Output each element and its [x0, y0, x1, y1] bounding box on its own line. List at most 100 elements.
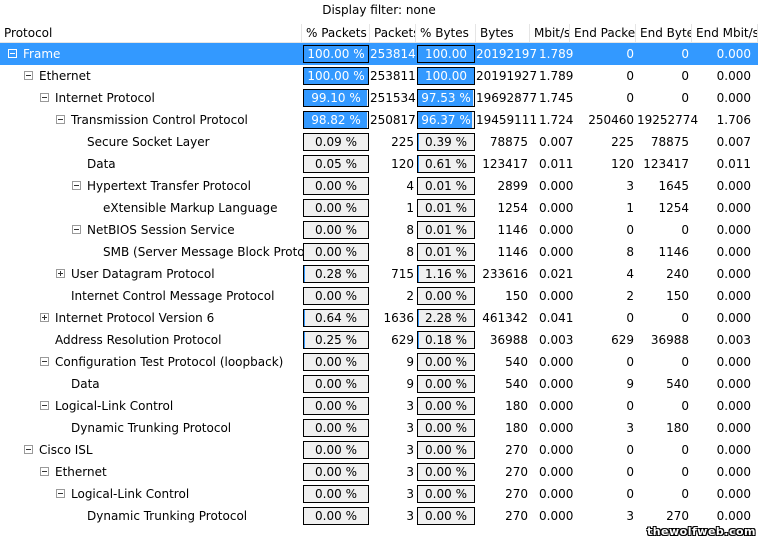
- column-header-end-packets[interactable]: End Packets: [570, 24, 636, 42]
- end-mbits-value: 0.007: [716, 135, 751, 149]
- protocol-name: Address Resolution Protocol: [55, 333, 222, 347]
- bytes-count: 270: [505, 465, 528, 479]
- mbits-value: 0.000: [539, 245, 574, 259]
- pct-bytes-bar: 0.00 %: [417, 463, 475, 481]
- table-row[interactable]: Dynamic Trunking Protocol 0.00 % 3 0.00 % 18…: [0, 417, 758, 439]
- table-row[interactable]: SMB (Server Message Block Protocol) 0.00 …: [0, 241, 758, 263]
- table-row[interactable]: Transmission Control Protocol 98.82 % 2508…: [0, 109, 758, 131]
- display-filter-label: Display filter: none: [0, 0, 758, 20]
- end-mbits-value: 0.000: [716, 289, 751, 303]
- expand-plus-icon[interactable]: [40, 313, 49, 322]
- pct-bytes-bar: 100.00 %: [417, 45, 475, 63]
- end-packets-count: 629: [611, 333, 634, 347]
- end-bytes-count: 0: [681, 91, 689, 105]
- end-packets-count: 3: [626, 421, 634, 435]
- pct-bytes-bar-text: 100.00 %: [425, 47, 467, 61]
- collapse-minus-icon[interactable]: [56, 115, 65, 124]
- table-row[interactable]: Internet Protocol 99.10 % 251534 97.53 % 196…: [0, 87, 758, 109]
- bytes-count: 461342: [482, 311, 528, 325]
- bytes-count: 150: [505, 289, 528, 303]
- pct-packets-bar-text: 0.25 %: [315, 333, 357, 347]
- mbits-value: 1.789: [539, 47, 574, 61]
- packets-count: 250817: [370, 113, 416, 127]
- table-row[interactable]: NetBIOS Session Service 0.00 % 8 0.01 % 1146…: [0, 219, 758, 241]
- end-bytes-count: 36988: [650, 333, 689, 347]
- table-row[interactable]: eXtensible Markup Language 0.00 % 1 0.01 % 1…: [0, 197, 758, 219]
- end-packets-count: 1: [626, 201, 634, 215]
- end-bytes-count: 1146: [658, 245, 689, 259]
- packets-count: 9: [406, 377, 414, 391]
- table-row[interactable]: Hypertext Transfer Protocol 0.00 % 4 0.01 %…: [0, 175, 758, 197]
- collapse-minus-icon[interactable]: [40, 357, 49, 366]
- column-header-end-mbits[interactable]: End Mbit/s: [692, 24, 758, 42]
- collapse-minus-icon[interactable]: [8, 49, 17, 58]
- collapse-minus-icon[interactable]: [40, 93, 49, 102]
- table-row[interactable]: Internet Control Message Protocol 0.00 % 2…: [0, 285, 758, 307]
- collapse-minus-icon[interactable]: [72, 181, 81, 190]
- table-row[interactable]: Logical-Link Control 0.00 % 3 0.00 % 270 0.00…: [0, 483, 758, 505]
- table-row[interactable]: Cisco ISL 0.00 % 3 0.00 % 270 0.000 0 0 0.000: [0, 439, 758, 461]
- column-header-mbits[interactable]: Mbit/s: [530, 24, 570, 42]
- expand-plus-icon[interactable]: [56, 269, 65, 278]
- end-mbits-value: 0.000: [716, 399, 751, 413]
- pct-packets-bar: 0.00 %: [303, 463, 369, 481]
- table-row[interactable]: Internet Protocol Version 6 0.64 % 1636 2.2…: [0, 307, 758, 329]
- protocol-name: Dynamic Trunking Protocol: [87, 509, 248, 523]
- pct-packets-bar-text: 0.00 %: [315, 509, 357, 523]
- bytes-count: 1254: [497, 201, 528, 215]
- pct-packets-bar-text: 0.00 %: [315, 355, 357, 369]
- pct-bytes-bar-text: 0.01 %: [425, 245, 467, 259]
- table-row[interactable]: Frame 100.00 % 253814 100.00 % 201921971.789…: [0, 43, 758, 65]
- pct-packets-bar: 0.05 %: [303, 155, 369, 173]
- end-packets-count: 225: [611, 135, 634, 149]
- table-row[interactable]: Address Resolution Protocol 0.25 % 629 0.18…: [0, 329, 758, 351]
- end-bytes-count: 0: [681, 47, 689, 61]
- table-row[interactable]: Ethernet 100.00 % 253811 100.00 % 201919271.…: [0, 65, 758, 87]
- end-bytes-count: 0: [681, 487, 689, 501]
- protocol-name: Frame: [23, 47, 61, 61]
- end-mbits-value: 0.003: [716, 333, 751, 347]
- table-row[interactable]: Data 0.00 % 9 0.00 % 540 0.000 9 540 0.000: [0, 373, 758, 395]
- pct-bytes-bar-text: 0.00 %: [425, 355, 467, 369]
- collapse-minus-icon[interactable]: [40, 467, 49, 476]
- table-row[interactable]: Data 0.05 % 120 0.61 % 123417 0.011 120 123417 0…: [0, 153, 758, 175]
- collapse-minus-icon[interactable]: [72, 225, 81, 234]
- mbits-value: 0.000: [539, 223, 574, 237]
- pct-bytes-bar-text: 2.28 %: [425, 311, 467, 325]
- protocol-name: Ethernet: [39, 69, 91, 83]
- column-header-packets[interactable]: Packets: [370, 24, 416, 42]
- pct-packets-bar-text: 0.00 %: [315, 245, 357, 259]
- column-header-protocol[interactable]: Protocol: [0, 24, 302, 42]
- column-header-bytes[interactable]: Bytes: [476, 24, 530, 42]
- pct-bytes-bar-text: 0.01 %: [425, 223, 467, 237]
- collapse-minus-icon[interactable]: [40, 401, 49, 410]
- table-row[interactable]: Dynamic Trunking Protocol 0.00 % 3 0.00 % 27…: [0, 505, 758, 527]
- pct-packets-bar-text: 0.00 %: [315, 465, 357, 479]
- end-packets-count: 0: [626, 355, 634, 369]
- table-row[interactable]: Logical-Link Control 0.00 % 3 0.00 % 180 0.00…: [0, 395, 758, 417]
- collapse-minus-icon[interactable]: [24, 445, 33, 454]
- end-packets-count: 0: [626, 47, 634, 61]
- pct-bytes-bar-text: 0.00 %: [425, 399, 467, 413]
- end-bytes-count: 0: [681, 399, 689, 413]
- collapse-minus-icon[interactable]: [24, 71, 33, 80]
- end-mbits-value: 0.000: [716, 311, 751, 325]
- end-bytes-count: 1645: [658, 179, 689, 193]
- protocol-name: Internet Protocol: [55, 91, 155, 105]
- column-header-pct-bytes[interactable]: % Bytes: [416, 24, 476, 42]
- pct-packets-bar: 0.00 %: [303, 441, 369, 459]
- end-mbits-value: 0.000: [716, 355, 751, 369]
- pct-packets-bar-text: 0.00 %: [315, 201, 357, 215]
- table-row[interactable]: Configuration Test Protocol (loopback) 0.…: [0, 351, 758, 373]
- pct-bytes-bar: 0.00 %: [417, 507, 475, 525]
- packets-count: 253814: [370, 47, 416, 61]
- table-row[interactable]: User Datagram Protocol 0.28 % 715 1.16 % 233…: [0, 263, 758, 285]
- column-header-pct-packets[interactable]: % Packets: [302, 24, 370, 42]
- end-bytes-count: 0: [681, 311, 689, 325]
- table-row[interactable]: Ethernet 0.00 % 3 0.00 % 270 0.000 0 0 0.000: [0, 461, 758, 483]
- pct-bytes-bar: 0.01 %: [417, 177, 475, 195]
- end-bytes-count: 123417: [643, 157, 689, 171]
- column-header-end-bytes[interactable]: End Bytes: [636, 24, 692, 42]
- table-row[interactable]: Secure Socket Layer 0.09 % 225 0.39 % 78875 0…: [0, 131, 758, 153]
- collapse-minus-icon[interactable]: [56, 489, 65, 498]
